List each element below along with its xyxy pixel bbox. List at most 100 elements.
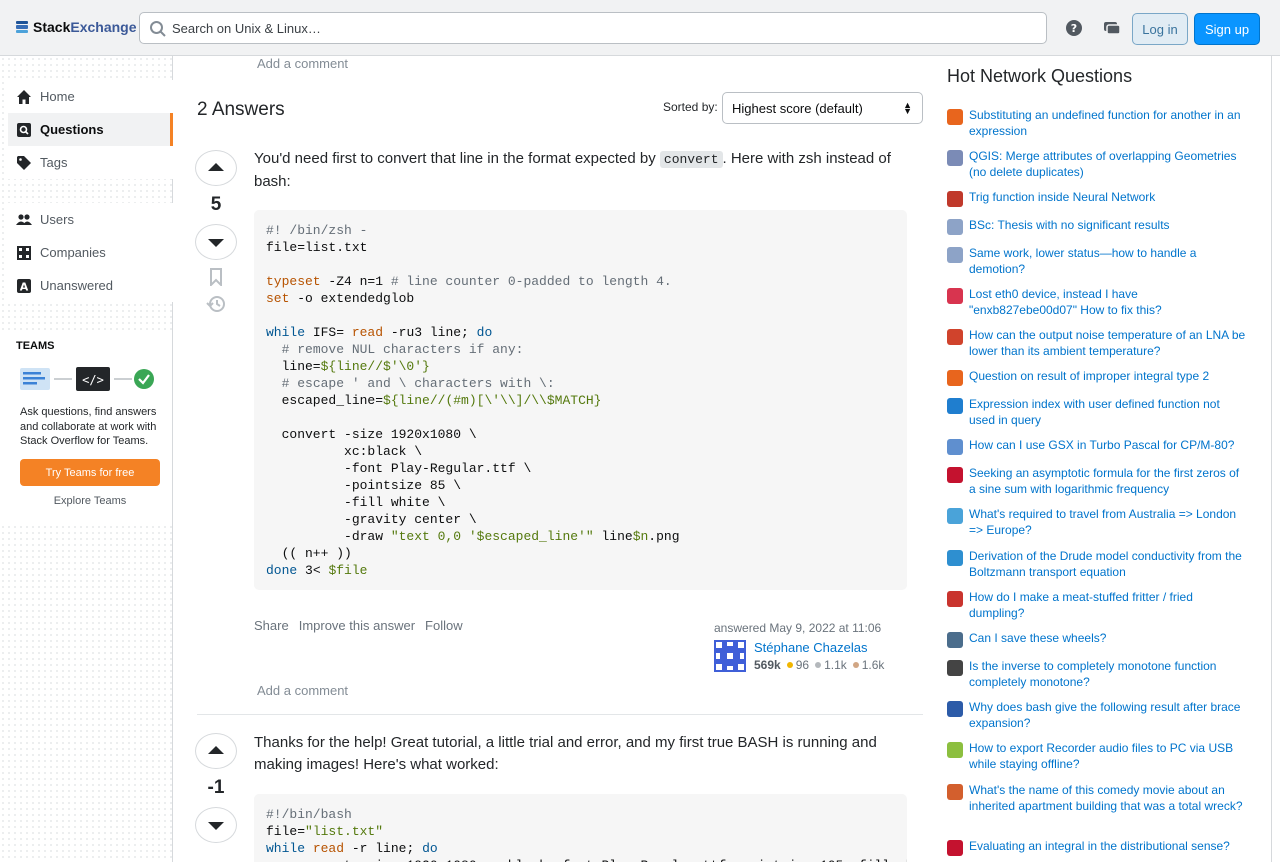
bookmark-button[interactable] — [195, 268, 237, 286]
hot-network-question-link[interactable]: QGIS: Merge attributes of overlapping Ge… — [969, 149, 1247, 180]
hot-network-question[interactable]: Substituting an undefined function for a… — [947, 108, 1247, 139]
hot-network-question-link[interactable]: What's the name of this comedy movie abo… — [969, 783, 1247, 814]
hot-network-question-link[interactable]: What's required to travel from Australia… — [969, 507, 1247, 538]
help-icon[interactable]: ? — [1062, 16, 1086, 40]
hot-network-question-link[interactable]: Trig function inside Neural Network — [969, 190, 1155, 207]
sidebar-item-label: Tags — [40, 155, 68, 170]
hot-network-question-link[interactable]: Question on result of improper integral … — [969, 369, 1209, 386]
downvote-button[interactable] — [195, 224, 237, 260]
site-icon — [947, 701, 963, 717]
site-icon — [947, 467, 963, 483]
hot-network-question-link[interactable]: Is the inverse to completely monotone fu… — [969, 659, 1247, 690]
sidebar-item-companies[interactable]: Companies — [8, 236, 173, 269]
site-icon — [947, 742, 963, 758]
site-icon — [947, 150, 963, 166]
hot-network-question[interactable]: How do I make a meat-stuffed fritter / f… — [947, 590, 1247, 621]
hot-network-question[interactable]: How to export Recorder audio files to PC… — [947, 741, 1247, 772]
upvote-button[interactable] — [195, 150, 237, 186]
hot-network-question[interactable]: How can the output noise temperature of … — [947, 328, 1247, 359]
try-teams-button[interactable]: Try Teams for free — [20, 459, 160, 486]
hot-network-question[interactable]: BSc: Thesis with no significant results — [947, 218, 1247, 235]
user-name-link[interactable]: Stéphane Chazelas — [754, 640, 867, 655]
hot-network-question-link[interactable]: How to export Recorder audio files to PC… — [969, 741, 1247, 772]
answer-text-before: You'd need first to convert that line in… — [254, 150, 660, 167]
share-link[interactable]: Share — [254, 618, 289, 633]
unanswered-icon: A — [16, 278, 32, 294]
sidebar-item-users[interactable]: Users — [8, 203, 173, 236]
sidebar-item-tags[interactable]: Tags — [8, 146, 173, 179]
upvote-button[interactable] — [195, 733, 237, 769]
hot-network-question[interactable]: Lost eth0 device, instead I have "enxb82… — [947, 287, 1247, 318]
silver-badge-count: 1.1k — [824, 658, 847, 672]
answered-time: answered May 9, 2022 at 11:06 — [714, 621, 914, 635]
hot-network-question-link[interactable]: How can the output noise temperature of … — [969, 328, 1247, 359]
hot-network-question-link[interactable]: Evaluating an integral in the distributi… — [969, 839, 1230, 856]
hot-network-question-link[interactable]: Can I save these wheels? — [969, 631, 1106, 648]
hot-network-question[interactable]: Same work, lower status—how to handle a … — [947, 246, 1247, 277]
inbox-icon[interactable] — [1100, 16, 1124, 40]
hot-network-question[interactable]: QGIS: Merge attributes of overlapping Ge… — [947, 149, 1247, 180]
answer-body: Thanks for the help! Great tutorial, a l… — [254, 734, 877, 773]
sidebar-item-unanswered[interactable]: A Unanswered — [8, 269, 173, 302]
sort-select[interactable]: Highest score (default) ▲ ▼ — [722, 92, 923, 124]
questions-icon — [16, 122, 32, 138]
hot-network-question[interactable]: How can I use GSX in Turbo Pascal for CP… — [947, 438, 1247, 455]
hot-network-question[interactable]: Seeking an asymptotic formula for the fi… — [947, 466, 1247, 497]
sidebar-item-home[interactable]: Home — [8, 80, 173, 113]
answers-word: Answers — [211, 99, 285, 120]
hot-network-question[interactable]: Evaluating an integral in the distributi… — [947, 839, 1247, 856]
code-block: #! /bin/zsh - file=list.txt typeset -Z4 … — [254, 210, 907, 590]
hot-network-question[interactable]: Expression index with user defined funct… — [947, 397, 1247, 428]
main-content: Add a comment 2 Answers Sorted by: Highe… — [173, 56, 933, 862]
hot-network-question-link[interactable]: BSc: Thesis with no significant results — [969, 218, 1170, 235]
hot-network-question[interactable]: Is the inverse to completely monotone fu… — [947, 659, 1247, 690]
hot-network-questions-title: Hot Network Questions — [947, 66, 1133, 86]
hot-network-question-link[interactable]: How do I make a meat-stuffed fritter / f… — [969, 590, 1247, 621]
explore-teams-link[interactable]: Explore Teams — [20, 495, 160, 507]
answers-heading: 2 Answers — [197, 99, 285, 121]
downvote-button[interactable] — [195, 807, 237, 843]
search-input[interactable] — [172, 18, 1032, 38]
hot-network-question-link[interactable]: Same work, lower status—how to handle a … — [969, 246, 1247, 277]
hot-network-question[interactable]: Question on result of improper integral … — [947, 369, 1247, 386]
hot-network-question[interactable]: What's the name of this comedy movie abo… — [947, 783, 1247, 814]
add-comment-link[interactable]: Add a comment — [257, 683, 348, 698]
avatar[interactable] — [714, 640, 746, 672]
hot-network-question[interactable]: Can I save these wheels? — [947, 631, 1247, 648]
gold-badge-icon — [786, 662, 793, 668]
bronze-badge-count: 1.6k — [861, 658, 885, 672]
improve-answer-link[interactable]: Improve this answer — [299, 618, 415, 633]
hot-network-question-link[interactable]: Lost eth0 device, instead I have "enxb82… — [969, 287, 1247, 318]
hot-network-question[interactable]: Derivation of the Drude model conductivi… — [947, 549, 1247, 580]
signup-button[interactable]: Sign up — [1194, 13, 1260, 45]
history-icon — [206, 296, 225, 312]
gold-badge-count: 96 — [795, 658, 810, 672]
site-icon — [947, 508, 963, 524]
hot-network-question-link[interactable]: Why does bash give the following result … — [969, 700, 1247, 731]
search-box[interactable] — [139, 12, 1047, 44]
hot-network-question-link[interactable]: How can I use GSX in Turbo Pascal for CP… — [969, 438, 1234, 455]
sidebar-item-questions[interactable]: Questions — [8, 113, 173, 146]
site-icon — [947, 840, 963, 856]
site-icon — [947, 247, 963, 263]
stackexchange-logo[interactable]: Stack Exchange — [16, 19, 137, 35]
follow-link[interactable]: Follow — [425, 618, 463, 633]
hot-network-question-link[interactable]: Seeking an asymptotic formula for the fi… — [969, 466, 1247, 497]
hot-network-question-link[interactable]: Substituting an undefined function for a… — [969, 108, 1247, 139]
answered-date: May 9, 2022 at 11:06 — [769, 621, 882, 635]
hot-network-question-link[interactable]: Expression index with user defined funct… — [969, 397, 1247, 428]
hot-network-question[interactable]: Trig function inside Neural Network — [947, 190, 1247, 207]
arrow-down-icon — [208, 822, 224, 830]
add-comment-link[interactable]: Add a comment — [257, 56, 348, 71]
history-button[interactable] — [195, 294, 237, 314]
user-signature: answered May 9, 2022 at 11:06 Stéphane C… — [714, 621, 914, 672]
hot-network-question[interactable]: What's required to travel from Australia… — [947, 507, 1247, 538]
users-icon — [16, 212, 32, 228]
answer-divider — [197, 714, 923, 715]
site-icon — [947, 439, 963, 455]
hot-network-question[interactable]: Why does bash give the following result … — [947, 700, 1247, 731]
svg-text:?: ? — [1071, 22, 1077, 35]
site-icon — [947, 550, 963, 566]
login-button[interactable]: Log in — [1132, 13, 1188, 45]
hot-network-question-link[interactable]: Derivation of the Drude model conductivi… — [969, 549, 1247, 580]
